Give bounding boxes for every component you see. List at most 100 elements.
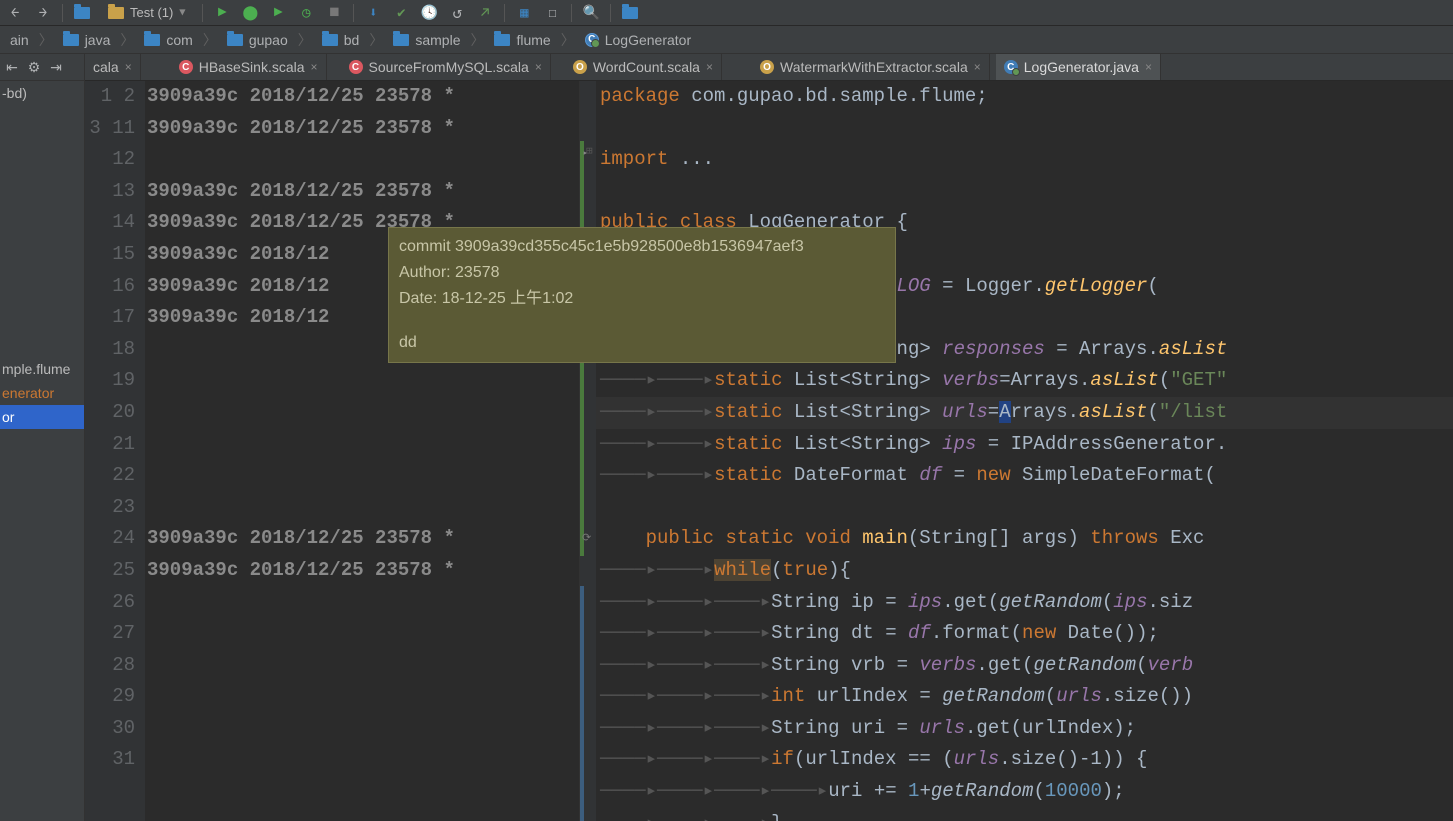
breadcrumb-label: gupao: [249, 32, 288, 48]
folder-icon: [322, 34, 338, 46]
breadcrumb-item[interactable]: sample: [387, 32, 466, 48]
tab-label: HBaseSink.scala: [199, 59, 305, 75]
scala-class-icon: C: [349, 60, 363, 74]
source-editor[interactable]: ▸ ⊞ ⟳ package com.gupao.bd.sample.flume;…: [580, 81, 1453, 821]
run-config-label: Test (1): [130, 5, 173, 20]
expand-icon[interactable]: ⇥: [48, 59, 64, 75]
breadcrumb-label: com: [166, 32, 192, 48]
vcs-commit-button[interactable]: ✔: [392, 4, 410, 22]
breadcrumb-item[interactable]: gupao: [221, 32, 294, 48]
vcs-push-button[interactable]: ↗: [476, 4, 494, 22]
tooltip-commit: commit 3909a39cd355c45c1e5b928500e8b1536…: [399, 234, 885, 260]
breadcrumb-label: ain: [10, 32, 29, 48]
annotate-pane[interactable]: 1 2 3 11 12 13 14 15 16 17 18 19 20 21 2…: [85, 81, 580, 821]
close-icon[interactable]: ×: [706, 60, 713, 74]
sdk-button[interactable]: ☐: [543, 4, 561, 22]
editor-tab[interactable]: C SourceFromMySQL.scala ×: [341, 54, 551, 80]
breadcrumb-item[interactable]: flume: [488, 32, 556, 48]
forward-button[interactable]: →: [34, 4, 52, 22]
tab-label: LogGenerator.java: [1024, 59, 1139, 75]
tooltip-message: dd: [399, 330, 885, 356]
fold-gutter: ▸ ⊞ ⟳: [580, 81, 596, 821]
close-icon[interactable]: ×: [125, 60, 132, 74]
debug-button[interactable]: ⬤: [241, 4, 259, 22]
folder-icon: [494, 34, 510, 46]
line-gutter: 1 2 3 11 12 13 14 15 16 17 18 19 20 21 2…: [85, 81, 145, 821]
project-structure-button[interactable]: ▦: [515, 4, 533, 22]
breadcrumb-item[interactable]: java: [57, 32, 117, 48]
breadcrumb-separator: 〉: [369, 30, 383, 50]
editor-tab-active[interactable]: C LogGenerator.java ×: [996, 54, 1161, 80]
breadcrumb-item[interactable]: bd: [316, 32, 366, 48]
gear-icon[interactable]: ⚙: [26, 59, 42, 75]
tab-label: SourceFromMySQL.scala: [369, 59, 529, 75]
breadcrumb: ain 〉 java 〉 com 〉 gupao 〉 bd 〉 sample 〉…: [0, 26, 1453, 54]
project-toolbar: ⇤ ⚙ ⇥: [0, 54, 84, 81]
breadcrumb-item[interactable]: com: [138, 32, 198, 48]
vcs-modified-marker: [580, 586, 584, 821]
main-toolbar: ← → Test (1) ▼ ▶ ⬤ ▶ ◷ ■ ⬇ ✔ 🕓 ↺ ↗ ▦ ☐ 🔍: [0, 0, 1453, 26]
editor-tab[interactable]: O WordCount.scala ×: [565, 54, 722, 80]
coverage-button[interactable]: ▶: [269, 4, 287, 22]
breadcrumb-item[interactable]: ain: [4, 32, 35, 48]
tab-label: WatermarkWithExtractor.scala: [780, 59, 968, 75]
tab-label: WordCount.scala: [593, 59, 700, 75]
close-icon[interactable]: ×: [311, 60, 318, 74]
vcs-history-button[interactable]: 🕓: [420, 4, 438, 22]
scala-object-icon: O: [760, 60, 774, 74]
folder-icon: [108, 7, 124, 19]
class-icon: C: [585, 33, 599, 47]
chevron-down-icon: ▼: [179, 6, 185, 19]
editor-tab[interactable]: cala ×: [85, 54, 141, 80]
java-class-icon: C: [1004, 60, 1018, 74]
breadcrumb-item[interactable]: C LogGenerator: [579, 32, 697, 48]
run-button[interactable]: ▶: [213, 4, 231, 22]
folder-icon: [63, 34, 79, 46]
separator: [202, 4, 203, 22]
breadcrumb-label: LogGenerator: [605, 32, 691, 48]
scala-class-icon: C: [179, 60, 193, 74]
vcs-update-button[interactable]: ⬇: [364, 4, 382, 22]
commit-tooltip: commit 3909a39cd355c45c1e5b928500e8b1536…: [388, 227, 896, 363]
revert-button[interactable]: ↺: [448, 4, 466, 22]
collapse-icon[interactable]: ⇤: [4, 59, 20, 75]
stop-button[interactable]: ■: [325, 4, 343, 22]
separator: [353, 4, 354, 22]
editor-tab[interactable]: C HBaseSink.scala ×: [171, 54, 327, 80]
open-folder-button[interactable]: [73, 4, 91, 22]
back-button[interactable]: ←: [6, 4, 24, 22]
close-icon[interactable]: ×: [535, 60, 542, 74]
breadcrumb-label: sample: [415, 32, 460, 48]
folder-icon: [144, 34, 160, 46]
breadcrumb-label: bd: [344, 32, 360, 48]
breadcrumb-separator: 〉: [120, 30, 134, 50]
separator: [504, 4, 505, 22]
profile-button[interactable]: ◷: [297, 4, 315, 22]
project-node-class[interactable]: enerator: [0, 381, 84, 405]
breadcrumb-label: java: [85, 32, 111, 48]
close-icon[interactable]: ×: [1145, 60, 1152, 74]
project-node-selected[interactable]: or: [0, 405, 84, 429]
source-code[interactable]: package com.gupao.bd.sample.flume; impor…: [596, 81, 1453, 821]
more-button[interactable]: [621, 4, 639, 22]
breadcrumb-label: flume: [516, 32, 550, 48]
editor-tabs: cala × C HBaseSink.scala × C SourceFromM…: [85, 54, 1453, 81]
project-root[interactable]: -bd): [0, 81, 84, 105]
scala-object-icon: O: [573, 60, 587, 74]
folder-icon: [393, 34, 409, 46]
project-tool-window: ⇤ ⚙ ⇥ -bd) mple.flume enerator or: [0, 54, 85, 821]
search-button[interactable]: 🔍: [582, 4, 600, 22]
breadcrumb-separator: 〉: [561, 30, 575, 50]
breadcrumb-separator: 〉: [298, 30, 312, 50]
tooltip-author: Author: 23578: [399, 260, 885, 286]
editor-tab[interactable]: O WatermarkWithExtractor.scala ×: [752, 54, 990, 80]
run-config-combo[interactable]: Test (1) ▼: [101, 2, 192, 24]
project-node[interactable]: mple.flume: [0, 357, 84, 381]
close-icon[interactable]: ×: [974, 60, 981, 74]
override-icon[interactable]: ⟳: [582, 531, 591, 545]
breadcrumb-separator: 〉: [203, 30, 217, 50]
separator: [610, 4, 611, 22]
folder-icon: [227, 34, 243, 46]
breadcrumb-separator: 〉: [470, 30, 484, 50]
tooltip-date: Date: 18-12-25 上午1:02: [399, 286, 885, 312]
